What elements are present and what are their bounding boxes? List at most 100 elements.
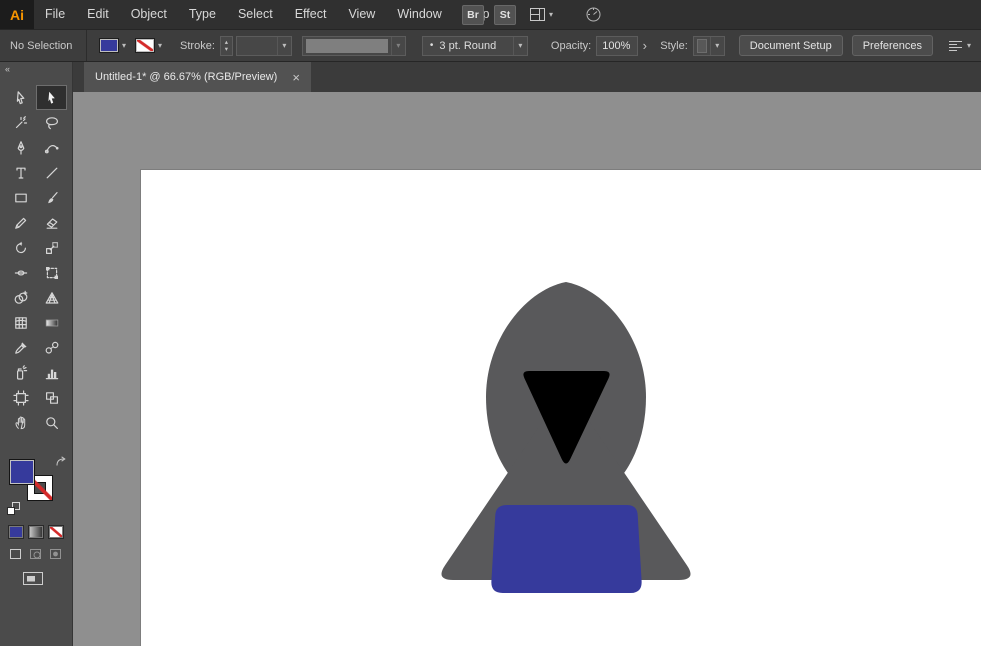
opacity-label[interactable]: Opacity:: [551, 40, 591, 52]
tool-pencil[interactable]: [5, 210, 36, 235]
curvature-tool-icon: [44, 144, 58, 153]
chevron-down-icon[interactable]: [390, 36, 405, 55]
tool-blend[interactable]: [36, 335, 67, 360]
tool-zoom[interactable]: [36, 410, 67, 435]
tool-curvature[interactable]: [36, 135, 67, 160]
menu-item-view[interactable]: View: [337, 0, 386, 29]
stroke-weight-select[interactable]: [235, 35, 292, 56]
style-label: Style:: [660, 39, 688, 52]
type-tool-icon: [15, 167, 26, 179]
style-select[interactable]: [692, 35, 725, 56]
brush-definition-value: 3 pt. Round: [439, 39, 497, 52]
fill-swatch[interactable]: [99, 38, 119, 53]
shape-builder-tool-icon: [14, 290, 27, 304]
tool-eyedropper[interactable]: [5, 335, 36, 360]
gpu-performance-control[interactable]: [585, 6, 602, 23]
collapse-panel-button[interactable]: «: [5, 64, 10, 74]
tool-magic-wand[interactable]: [5, 110, 36, 135]
tool-gradient[interactable]: [36, 310, 67, 335]
tool-perspective-grid[interactable]: [36, 285, 67, 310]
stroke-color-control[interactable]: [135, 38, 162, 53]
gradient-tool-icon: [45, 319, 58, 326]
stroke-label[interactable]: Stroke:: [180, 40, 215, 52]
app-logo[interactable]: Ai: [0, 0, 34, 29]
tool-lasso[interactable]: [36, 110, 67, 135]
stock-button[interactable]: St: [494, 4, 516, 25]
width-tool-icon: [14, 269, 27, 276]
menu-item-object[interactable]: Object: [120, 0, 178, 29]
selection-status: No Selection: [10, 39, 73, 52]
tool-width[interactable]: [5, 260, 36, 285]
stroke-swatch[interactable]: [135, 38, 156, 53]
document-tab-bar: Untitled-1* @ 66.67% (RGB/Preview) ×: [73, 62, 981, 92]
tool-eraser[interactable]: [36, 210, 67, 235]
menu-item-edit[interactable]: Edit: [76, 0, 120, 29]
workspace-switcher[interactable]: [530, 8, 553, 21]
swap-fill-stroke-icon[interactable]: [55, 456, 68, 467]
tool-column-graph[interactable]: [36, 360, 67, 385]
tool-line-segment[interactable]: [36, 160, 67, 185]
mesh-tool-icon: [14, 316, 27, 329]
menu-item-window[interactable]: Window: [386, 0, 452, 29]
tool-shape-builder[interactable]: [5, 285, 36, 310]
tool-grid: [0, 77, 72, 435]
width-profile-select[interactable]: [301, 35, 406, 56]
opacity-options-arrow[interactable]: [638, 38, 651, 53]
scale-tool-icon: [45, 241, 58, 254]
gradient-button[interactable]: [28, 525, 44, 539]
chevron-down-icon: [122, 42, 126, 50]
align-options[interactable]: [948, 39, 971, 52]
canvas-area[interactable]: [73, 92, 981, 646]
tool-pen[interactable]: [5, 135, 36, 160]
chevron-down-icon[interactable]: [709, 36, 724, 55]
tool-type[interactable]: [5, 160, 36, 185]
default-fill-stroke-icon[interactable]: [6, 501, 21, 516]
tool-rotate[interactable]: [5, 235, 36, 260]
tool-rectangle[interactable]: [5, 185, 36, 210]
document-tab[interactable]: Untitled-1* @ 66.67% (RGB/Preview) ×: [84, 62, 311, 92]
fill-indicator[interactable]: [9, 459, 35, 485]
document-setup-button[interactable]: Document Setup: [738, 35, 843, 56]
menu-items: File Edit Object Type Select Effect View Window…: [34, 0, 501, 29]
laptop-shape[interactable]: [491, 505, 642, 593]
tool-direct-selection[interactable]: [5, 85, 36, 110]
menu-item-select[interactable]: Select: [227, 0, 284, 29]
color-button[interactable]: [8, 525, 24, 539]
none-button[interactable]: [48, 525, 64, 539]
tool-slice[interactable]: [36, 385, 67, 410]
symbol-sprayer-tool-icon: [16, 364, 27, 380]
column-graph-tool-icon: [45, 369, 58, 379]
tool-artboard[interactable]: [5, 385, 36, 410]
tool-mesh[interactable]: [5, 310, 36, 335]
stepper-down-icon[interactable]: [225, 46, 228, 53]
draw-normal-button[interactable]: [9, 548, 22, 560]
chevron-down-icon[interactable]: [276, 36, 291, 55]
menubar: Ai File Edit Object Type Select Effect View Win…: [0, 0, 981, 29]
divider: [86, 30, 87, 61]
tool-selection[interactable]: [36, 85, 67, 110]
chevron-down-icon[interactable]: [512, 36, 527, 55]
blend-tool-icon: [45, 341, 58, 354]
tool-paintbrush[interactable]: [36, 185, 67, 210]
stepper-up-icon[interactable]: [225, 39, 228, 46]
draw-behind-button[interactable]: [29, 548, 42, 560]
tool-symbol-sprayer[interactable]: [5, 360, 36, 385]
menu-item-type[interactable]: Type: [178, 0, 227, 29]
menu-item-effect[interactable]: Effect: [284, 0, 338, 29]
tool-free-transform[interactable]: [36, 260, 67, 285]
paragraph-align-icon: [949, 41, 963, 51]
tab-close-button[interactable]: ×: [292, 71, 300, 84]
draw-inside-button[interactable]: [49, 548, 62, 560]
stroke-weight-stepper[interactable]: [219, 35, 233, 56]
tool-hand[interactable]: [5, 410, 36, 435]
preferences-button[interactable]: Preferences: [851, 35, 934, 56]
app-logo-text: Ai: [10, 6, 24, 23]
bridge-button[interactable]: Br: [462, 4, 484, 25]
screen-mode-button[interactable]: [22, 571, 46, 587]
tool-scale[interactable]: [36, 235, 67, 260]
brush-definition-select[interactable]: • 3 pt. Round: [421, 35, 528, 56]
fill-color-control[interactable]: [99, 38, 126, 53]
opacity-field[interactable]: 100%: [596, 35, 639, 56]
menu-item-file[interactable]: File: [34, 0, 76, 29]
direct-selection-tool-icon: [16, 90, 24, 104]
